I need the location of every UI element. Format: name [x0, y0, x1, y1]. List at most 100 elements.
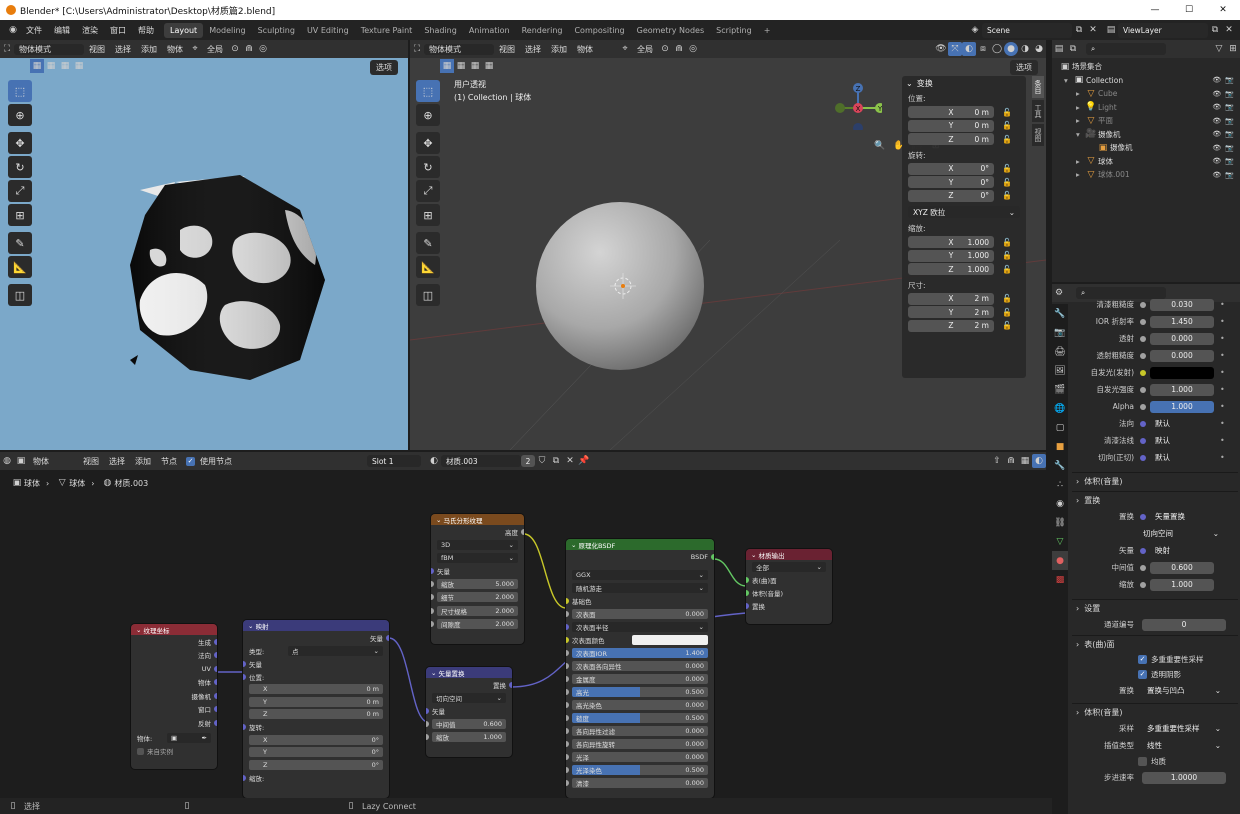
zoom-icon[interactable]: 🔍 [872, 137, 888, 155]
menu-item-3[interactable]: 窗口 [104, 25, 132, 36]
workspace-tab-6[interactable]: Animation [463, 23, 516, 38]
lock-icon[interactable]: 🔓 [1000, 305, 1014, 319]
mapping-xyz-field[interactable]: Y 0° [249, 747, 383, 758]
bsdf-input-socket[interactable] [566, 675, 569, 682]
mapping-node[interactable]: ⌄ 映射 矢量 类型: 点 ⌄ 矢量 位置: X0 mY0 mZ0 m 旋转: X0… [243, 620, 389, 798]
input-socket[interactable] [426, 734, 429, 741]
bsdf-input-field[interactable]: 清漆 0.000 [572, 777, 708, 788]
mapping-vector-socket[interactable] [243, 660, 246, 667]
texcoord-out-socket[interactable] [214, 706, 217, 713]
texcoord-out-socket[interactable] [214, 638, 217, 645]
mapping-location-socket[interactable] [243, 673, 246, 680]
mapping-xyz-field[interactable]: Y 0 m [249, 696, 383, 707]
outliner-item[interactable]: ▸ 💡 Light 👁 📷 [1058, 101, 1240, 115]
expand-arrow-icon[interactable]: ▸ [1076, 157, 1084, 166]
expand-arrow-icon[interactable]: ▾ [1076, 130, 1084, 139]
camera-icon[interactable]: 📷 [1225, 130, 1234, 138]
bsdf-input-field[interactable]: 光泽 0.000 [572, 751, 708, 762]
navigation-gizmo[interactable]: Z Y X [832, 80, 885, 133]
camera-icon[interactable]: 📷 [1225, 90, 1234, 98]
new-collection-icon[interactable]: ⊞ [1226, 42, 1240, 56]
musgrave-type-select[interactable]: fBM ⌄ [437, 552, 518, 563]
step-rate-field[interactable]: 1.0000 [1142, 771, 1226, 784]
camera-icon[interactable]: 📷 [1225, 157, 1234, 165]
workspace-tab-1[interactable]: Modeling [203, 23, 251, 38]
scene-selector[interactable]: ◈ Scene ⧉ ✕ [968, 22, 1100, 38]
lock-icon[interactable]: 🔓 [1000, 119, 1014, 133]
object-tab-icon[interactable]: ■ [1052, 437, 1068, 456]
physics-tab-icon[interactable]: ◉ [1052, 494, 1068, 513]
tool-tab-icon[interactable]: 🔧 [1052, 304, 1068, 323]
bsdf-header[interactable]: ⌄ 原理化BSDF [566, 539, 714, 550]
midlevel-row-field[interactable]: 0.600 [1150, 561, 1214, 574]
eye-icon[interactable]: 👁 [1212, 130, 1221, 138]
socket-icon[interactable] [1140, 403, 1146, 410]
axis-gizmo-icon[interactable]: Z Y X [832, 80, 885, 133]
tangent-select[interactable]: 切向空间 ⌄ [1138, 527, 1224, 540]
texcoord-out-socket[interactable] [214, 665, 217, 672]
eye-icon[interactable]: 👁 [1212, 144, 1221, 152]
texcoord-out-socket[interactable] [214, 719, 217, 726]
add-workspace-button[interactable]: + [758, 23, 777, 38]
workspace-tab-2[interactable]: Sculpting [252, 23, 301, 38]
musgrave-header[interactable]: ⌄ 马氏分形纹理 [431, 514, 524, 525]
data-tab-icon[interactable]: ▽ [1052, 532, 1068, 551]
expand-arrow-icon[interactable]: ▸ [1076, 170, 1084, 179]
vector-row-field[interactable]: 映射 [1150, 544, 1214, 557]
collection-tab-icon[interactable]: ▢ [1052, 418, 1068, 437]
surface-section[interactable]: › 表(曲)面 [1072, 635, 1238, 652]
output-displacement-socket[interactable] [746, 602, 749, 609]
prop-field[interactable]: 默认 [1150, 434, 1214, 447]
bsdf-input-socket[interactable] [566, 727, 569, 734]
scale-field-y[interactable]: Y 1.000 [908, 249, 994, 262]
bsdf-input-field[interactable]: 次表面各向异性 0.000 [572, 660, 708, 671]
bsdf-input-field[interactable]: 各向异性旋转 0.000 [572, 738, 708, 749]
bsdf-input-socket[interactable] [566, 701, 569, 708]
rotation-field-y[interactable]: Y 0° [908, 176, 994, 189]
pass-index-field[interactable]: 0 [1142, 618, 1226, 631]
viewlayer-copy-icon[interactable]: ⧉ [1208, 23, 1222, 37]
volume-section[interactable]: › 体积(音量) [1072, 472, 1238, 489]
view-layer-tab-icon[interactable]: 🖼 [1052, 361, 1068, 380]
menu-item-0[interactable]: 文件 [20, 25, 48, 36]
minimize-button[interactable]: — [1138, 5, 1172, 15]
input-socket[interactable] [431, 580, 434, 587]
prop-field[interactable]: 1.000 [1150, 400, 1214, 413]
mapping-xyz-field[interactable]: Z 0° [249, 759, 383, 770]
lock-icon[interactable]: 🔓 [1000, 132, 1014, 146]
output-target-select[interactable]: 全部 ⌄ [752, 561, 826, 572]
rotation-mode-select[interactable]: XYZ 欧拉 ⌄ [908, 206, 1020, 218]
texcoord-out-socket[interactable] [214, 652, 217, 659]
scene-tab-icon[interactable]: 🎬 [1052, 380, 1068, 399]
bsdf-input-socket[interactable] [566, 688, 569, 695]
principled-bsdf-node[interactable]: ⌄ 原理化BSDF BSDF GGX ⌄ 随机游走 ⌄ 基础色 次表面 0.000 次表… [566, 539, 714, 798]
musgrave-height-socket[interactable] [521, 528, 524, 535]
socket-icon[interactable] [1140, 352, 1146, 359]
socket-icon[interactable] [1140, 318, 1146, 325]
render-tab-icon[interactable]: 📷 [1052, 323, 1068, 342]
expand-arrow-icon[interactable]: ▸ [1076, 103, 1084, 112]
mapping-xyz-field[interactable]: X 0° [249, 734, 383, 745]
bsdf-input-field[interactable]: 光泽染色 0.500 [572, 764, 708, 775]
socket-icon[interactable] [1140, 564, 1146, 571]
keyframe-dot-icon[interactable]: • [1220, 385, 1225, 394]
socket-icon[interactable] [1140, 437, 1146, 444]
lock-icon[interactable]: 🔓 [1000, 235, 1014, 249]
bsdf-input-field[interactable]: 次表面 0.000 [572, 608, 708, 619]
filter-icon[interactable]: ▽ [1212, 42, 1226, 56]
prop-field[interactable]: 1.000 [1150, 383, 1214, 396]
prop-field[interactable]: 0.000 [1150, 332, 1214, 345]
musgrave-dim-select[interactable]: 3D ⌄ [437, 539, 518, 550]
socket-icon[interactable] [1140, 454, 1146, 461]
socket-icon[interactable] [1140, 335, 1146, 342]
outliner-item[interactable]: ▸ ▽ 平面 👁 📷 [1058, 114, 1240, 128]
tab-item[interactable]: 条目 [1032, 76, 1044, 98]
menu-item-2[interactable]: 渲染 [76, 25, 104, 36]
from-instancer-checkbox[interactable] [137, 747, 144, 755]
expand-arrow-icon[interactable]: ▸ [1076, 116, 1084, 125]
bsdf-base-color-socket[interactable] [566, 597, 569, 604]
dimensions-field-z[interactable]: Z2 m [908, 319, 994, 332]
bsdf-input-socket[interactable] [566, 649, 569, 656]
outliner-editor-icon[interactable]: ▤ [1052, 42, 1066, 56]
transform-panel-header[interactable]: ⌄ 变换 [902, 76, 1026, 90]
